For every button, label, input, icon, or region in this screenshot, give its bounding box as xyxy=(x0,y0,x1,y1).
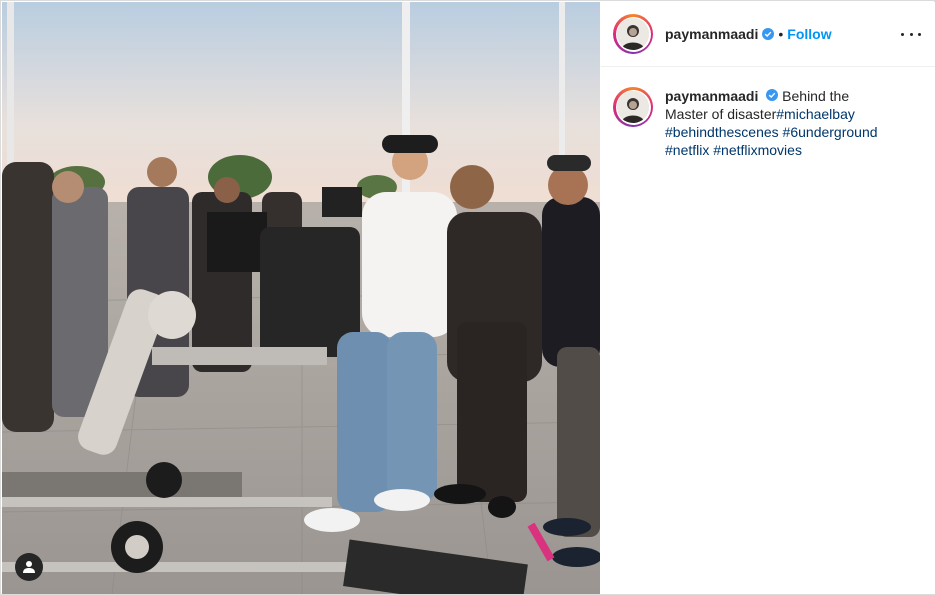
post-photo[interactable] xyxy=(2,2,600,594)
caption-story-ring[interactable] xyxy=(613,87,653,127)
story-ring[interactable] xyxy=(613,14,653,54)
caption: paymanmaadi Behind the Master of disaste… xyxy=(601,67,935,159)
more-options-icon[interactable] xyxy=(901,24,921,44)
follow-button[interactable]: Follow xyxy=(787,26,831,42)
hashtag-link[interactable]: #netflix xyxy=(665,142,709,158)
hashtag-link[interactable]: #netflixmovies xyxy=(713,142,802,158)
hashtag-link[interactable]: #michaelbay xyxy=(776,106,855,122)
hashtag-link[interactable]: #6underground xyxy=(783,124,878,140)
user-silhouette-icon xyxy=(23,561,35,573)
separator-dot: • xyxy=(778,26,784,42)
avatar xyxy=(617,18,649,50)
header-username[interactable]: paymanmaadi xyxy=(665,26,758,42)
verified-badge-icon xyxy=(762,28,775,40)
caption-username[interactable]: paymanmaadi xyxy=(665,88,758,104)
post-dialog: paymanmaadi • Follow paymanmaadi Behind … xyxy=(0,0,935,595)
caption-avatar xyxy=(617,91,649,123)
post-image xyxy=(2,2,600,594)
verified-badge-icon xyxy=(766,89,779,101)
post-sidebar: paymanmaadi • Follow paymanmaadi Behind … xyxy=(601,2,935,594)
caption-text: paymanmaadi Behind the Master of disaste… xyxy=(665,87,895,159)
tagged-users-button[interactable] xyxy=(15,553,43,581)
post-header: paymanmaadi • Follow xyxy=(601,2,935,67)
hashtag-link[interactable]: #behindthescenes xyxy=(665,124,779,140)
